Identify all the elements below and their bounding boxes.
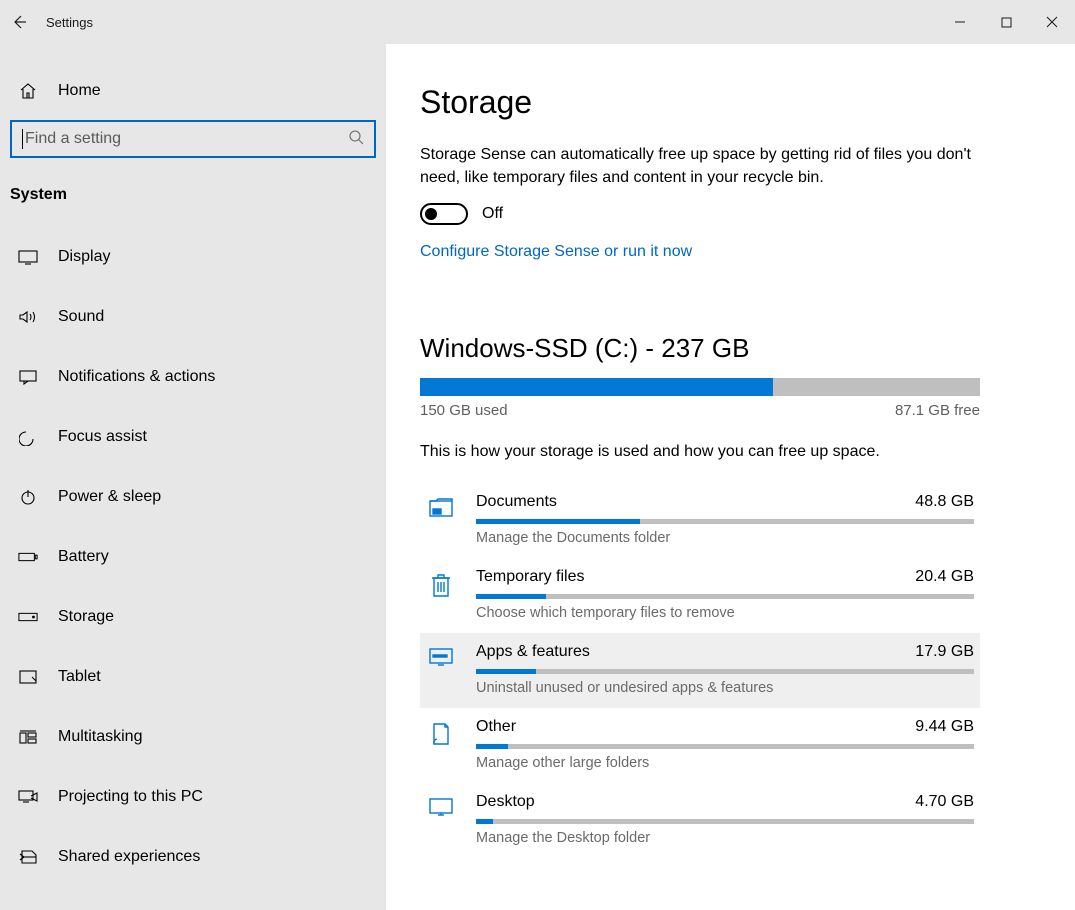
search-input[interactable] [25, 130, 348, 148]
category-bar [476, 669, 974, 674]
window-title: Settings [46, 15, 93, 30]
tablet-icon [18, 669, 38, 685]
shared-experiences-icon [18, 848, 38, 866]
drive-free-label: 87.1 GB free [895, 402, 980, 419]
home-icon [18, 82, 38, 100]
storage-sense-toggle-label: Off [482, 205, 503, 223]
category-subtext: Uninstall unused or undesired apps & fea… [476, 680, 974, 696]
focus-assist-icon [18, 428, 38, 446]
category-bar [476, 519, 974, 524]
category-subtext: Manage the Documents folder [476, 530, 974, 546]
main-content: Storage Storage Sense can automatically … [386, 44, 1075, 910]
drive-used-label: 150 GB used [420, 402, 508, 419]
display-icon [18, 249, 38, 265]
category-subtext: Choose which temporary files to remove [476, 605, 974, 621]
storage-sense-description: Storage Sense can automatically free up … [420, 143, 980, 189]
sidebar-item-focus-assist[interactable]: Focus assist [0, 414, 386, 460]
category-size: 4.70 GB [915, 793, 974, 811]
search-icon [348, 129, 364, 149]
category-bar [476, 594, 974, 599]
category-bar [476, 819, 974, 824]
configure-storage-sense-link[interactable]: Configure Storage Sense or run it now [420, 243, 1035, 261]
sidebar-nav-list: Display Sound Notifications & actions [0, 216, 386, 880]
sidebar-item-notifications[interactable]: Notifications & actions [0, 354, 386, 400]
category-size: 17.9 GB [915, 643, 974, 661]
notifications-icon [18, 369, 38, 385]
storage-icon [18, 611, 38, 623]
category-item[interactable]: Temporary files 20.4 GB Choose which tempo… [420, 558, 980, 633]
search-input-container[interactable] [10, 120, 376, 158]
sidebar-item-multitasking[interactable]: Multitasking [0, 714, 386, 760]
multitasking-icon [18, 729, 38, 745]
sidebar-home-label: Home [58, 82, 101, 100]
projecting-icon [18, 789, 38, 805]
category-icon [426, 793, 456, 819]
maximize-button[interactable] [983, 0, 1029, 44]
power-icon [18, 488, 38, 506]
back-icon[interactable] [10, 13, 28, 31]
battery-icon [18, 550, 38, 564]
category-icon [426, 568, 456, 598]
page-title: Storage [420, 84, 1035, 121]
category-bar [476, 744, 974, 749]
category-size: 20.4 GB [915, 568, 974, 586]
category-bar-fill [476, 594, 546, 599]
category-name: Desktop [476, 793, 535, 811]
sidebar-item-label: Notifications & actions [58, 368, 215, 386]
sidebar-item-label: Display [58, 248, 110, 266]
drive-usage-bar [420, 378, 980, 396]
sidebar-item-label: Multitasking [58, 728, 142, 746]
category-list: Documents 48.8 GB Manage the Documents fol… [420, 483, 980, 858]
sidebar: Home System Display [0, 44, 386, 910]
sidebar-item-label: Tablet [58, 668, 101, 686]
sidebar-item-sound[interactable]: Sound [0, 294, 386, 340]
sidebar-item-shared-experiences[interactable]: Shared experiences [0, 834, 386, 880]
category-name: Other [476, 718, 516, 736]
sound-icon [18, 309, 38, 325]
text-caret [22, 129, 23, 149]
category-icon [426, 493, 456, 519]
category-bar-fill [476, 669, 536, 674]
sidebar-item-label: Battery [58, 548, 109, 566]
minimize-button[interactable] [937, 0, 983, 44]
sidebar-item-label: Projecting to this PC [58, 788, 203, 806]
window-controls [937, 0, 1075, 44]
category-subtext: Manage the Desktop folder [476, 830, 974, 846]
category-item[interactable]: Apps & features 17.9 GB Uninstall unused o… [420, 633, 980, 708]
category-name: Documents [476, 493, 557, 511]
sidebar-item-label: Sound [58, 308, 104, 326]
sidebar-item-tablet[interactable]: Tablet [0, 654, 386, 700]
category-item[interactable]: Documents 48.8 GB Manage the Documents fol… [420, 483, 980, 558]
sidebar-item-projecting[interactable]: Projecting to this PC [0, 774, 386, 820]
sidebar-item-storage[interactable]: Storage [0, 594, 386, 640]
drive-usage-bar-fill [420, 378, 773, 396]
category-item[interactable]: Other 9.44 GB Manage other large folders [420, 708, 980, 783]
sidebar-section-header: System [0, 168, 386, 216]
storage-sense-toggle[interactable] [420, 203, 468, 225]
drive-heading: Windows-SSD (C:) - 237 GB [420, 333, 1035, 364]
category-size: 9.44 GB [915, 718, 974, 736]
sidebar-item-label: Storage [58, 608, 114, 626]
category-icon [426, 643, 456, 667]
sidebar-item-label: Shared experiences [58, 848, 200, 866]
category-subtext: Manage other large folders [476, 755, 974, 771]
titlebar: Settings [0, 0, 1075, 44]
category-bar-fill [476, 744, 508, 749]
category-bar-fill [476, 819, 493, 824]
sidebar-home[interactable]: Home [0, 70, 386, 112]
usage-description: This is how your storage is used and how… [420, 443, 1035, 461]
sidebar-item-label: Power & sleep [58, 488, 161, 506]
sidebar-item-label: Focus assist [58, 428, 147, 446]
close-button[interactable] [1029, 0, 1075, 44]
sidebar-item-battery[interactable]: Battery [0, 534, 386, 580]
category-size: 48.8 GB [915, 493, 974, 511]
category-bar-fill [476, 519, 640, 524]
category-item[interactable]: Desktop 4.70 GB Manage the Desktop folder [420, 783, 980, 858]
category-name: Apps & features [476, 643, 590, 661]
sidebar-item-power-sleep[interactable]: Power & sleep [0, 474, 386, 520]
category-icon [426, 718, 456, 746]
toggle-knob [425, 208, 437, 220]
category-name: Temporary files [476, 568, 584, 586]
sidebar-item-display[interactable]: Display [0, 234, 386, 280]
